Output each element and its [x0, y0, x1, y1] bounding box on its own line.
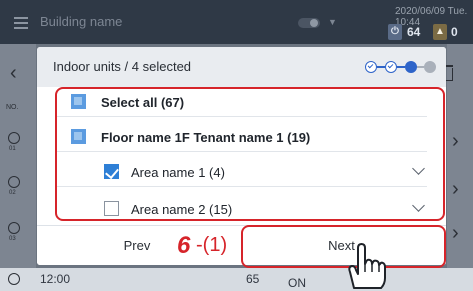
- dialog-header: Indoor units / 4 selected: [37, 47, 446, 87]
- warning-count: 0: [451, 25, 458, 39]
- step-connector: [417, 66, 424, 68]
- column-no-label: NO.: [6, 104, 19, 111]
- background-list-left: [0, 44, 36, 291]
- row-number: 03: [9, 236, 16, 242]
- menu-icon[interactable]: [14, 17, 28, 29]
- step-todo-icon: [424, 61, 436, 73]
- schedule-time: 12:00: [40, 272, 71, 286]
- row-number: 02: [9, 190, 16, 196]
- row-chevron-icon[interactable]: ›: [452, 130, 459, 153]
- clock-icon: [8, 222, 20, 234]
- row-chevron-icon[interactable]: ›: [452, 222, 459, 245]
- status-value: ON: [288, 276, 306, 290]
- background-bottom-row: [0, 268, 473, 291]
- clock-icon: [8, 273, 20, 285]
- power-icon: ⏻: [388, 24, 402, 40]
- step-connector: [377, 66, 385, 68]
- step-indicator: [365, 61, 437, 75]
- annotation-step-number: 6: [177, 232, 191, 259]
- prev-page-chevron-icon[interactable]: ‹: [10, 62, 17, 85]
- hand-pointer-icon: [348, 243, 386, 289]
- row-number: 01: [9, 146, 16, 152]
- toggle-switch[interactable]: [298, 18, 320, 28]
- dropdown-arrow-icon[interactable]: ▼: [328, 17, 337, 27]
- step-current-icon: [405, 61, 417, 73]
- clock-icon: [8, 132, 20, 144]
- annotation-sub-number: -(1): [196, 234, 228, 256]
- warning-icon: ▲: [433, 24, 447, 40]
- top-bar: Building name ▼ 2020/06/09 Tue. 10:44 ⏻ …: [0, 0, 473, 44]
- setpoint-value: 65: [246, 272, 260, 286]
- clock-icon: [8, 176, 20, 188]
- dialog-title: Indoor units / 4 selected: [53, 59, 192, 74]
- list-highlight-box: [55, 87, 445, 221]
- building-name: Building name: [40, 14, 123, 29]
- row-chevron-icon[interactable]: ›: [452, 178, 459, 201]
- power-count: 64: [407, 25, 421, 39]
- step-done-icon: [385, 61, 397, 73]
- step-done-icon: [365, 61, 377, 73]
- step-connector: [397, 66, 405, 68]
